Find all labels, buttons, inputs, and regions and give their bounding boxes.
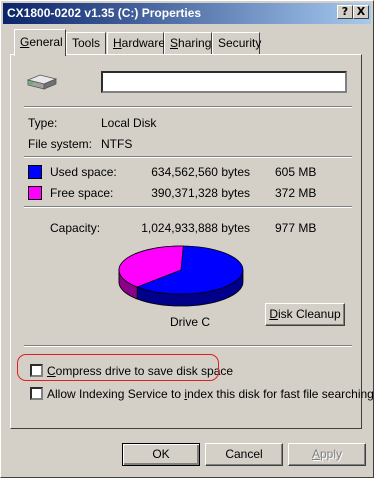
apply-label: pply — [320, 447, 343, 461]
tab-general-accel: G — [20, 35, 30, 49]
capacity-label: Capacity: — [50, 221, 101, 235]
tab-sharing[interactable]: Sharing — [164, 32, 212, 54]
separator-capacity — [24, 206, 352, 208]
title-bar[interactable]: CX1800-0202 v1.35 (C:) Properties ? X — [3, 3, 371, 24]
separator-top — [24, 106, 352, 108]
type-value: Local Disk — [101, 116, 157, 130]
indexing-label[interactable]: Allow Indexing Service to index this dis… — [47, 387, 374, 401]
used-space-swatch — [28, 165, 42, 179]
free-space-mb: 372 MB — [275, 186, 317, 200]
tab-security[interactable]: Security — [212, 32, 262, 54]
close-button[interactable]: X — [353, 5, 369, 19]
apply-button[interactable]: Apply — [288, 443, 366, 466]
capacity-bytes: 1,024,933,888 bytes — [141, 221, 250, 235]
tab-general-label: eneral — [29, 35, 63, 49]
tab-sharing-label: haring — [178, 36, 212, 50]
file-system-value: NTFS — [101, 137, 133, 151]
disk-cleanup-accel: D — [269, 307, 278, 321]
drive-name-input[interactable] — [101, 71, 347, 93]
indexing-pre: Allow Indexing Service to — [47, 387, 185, 401]
used-space-bytes: 634,562,560 bytes — [151, 165, 250, 179]
free-space-label: Free space: — [50, 186, 114, 200]
used-space-label: Used space: — [50, 165, 117, 179]
disk-usage-pie — [118, 245, 244, 307]
indexing-checkbox[interactable] — [30, 387, 43, 400]
file-system-label: File system: — [28, 137, 93, 151]
separator-middle — [24, 156, 352, 158]
cancel-button[interactable]: Cancel — [205, 443, 283, 466]
tab-hardware-label: ardware — [121, 36, 166, 50]
compress-highlight — [17, 354, 219, 381]
tab-tools-label: ools — [78, 36, 101, 50]
window-title: CX1800-0202 v1.35 (C:) Properties — [7, 6, 202, 20]
disk-cleanup-label: isk Cleanup — [277, 307, 341, 321]
tab-security-label: urity — [238, 36, 262, 50]
type-label: Type: — [28, 116, 58, 130]
ok-button[interactable]: OK — [122, 443, 200, 466]
tab-sharing-accel: S — [170, 36, 179, 50]
indexing-post: ndex this disk for fast file searching — [187, 387, 374, 401]
free-space-swatch — [28, 186, 42, 200]
capacity-mb: 977 MB — [275, 221, 317, 235]
used-space-mb: 605 MB — [275, 165, 317, 179]
tab-general[interactable]: General — [14, 29, 66, 56]
drive-label: Drive C — [170, 315, 211, 329]
separator-bottom — [24, 345, 352, 347]
tab-hardware[interactable]: Hardware — [107, 32, 166, 54]
free-space-bytes: 390,371,328 bytes — [151, 186, 250, 200]
tab-hardware-accel: H — [113, 36, 122, 50]
hard-drive-icon — [26, 74, 58, 90]
tab-tools[interactable]: Tools — [66, 32, 106, 54]
help-button[interactable]: ? — [337, 5, 353, 19]
apply-accel: A — [311, 447, 320, 461]
tab-security-label-pre: Sec — [218, 36, 239, 50]
disk-cleanup-button[interactable]: Disk Cleanup — [265, 303, 345, 326]
